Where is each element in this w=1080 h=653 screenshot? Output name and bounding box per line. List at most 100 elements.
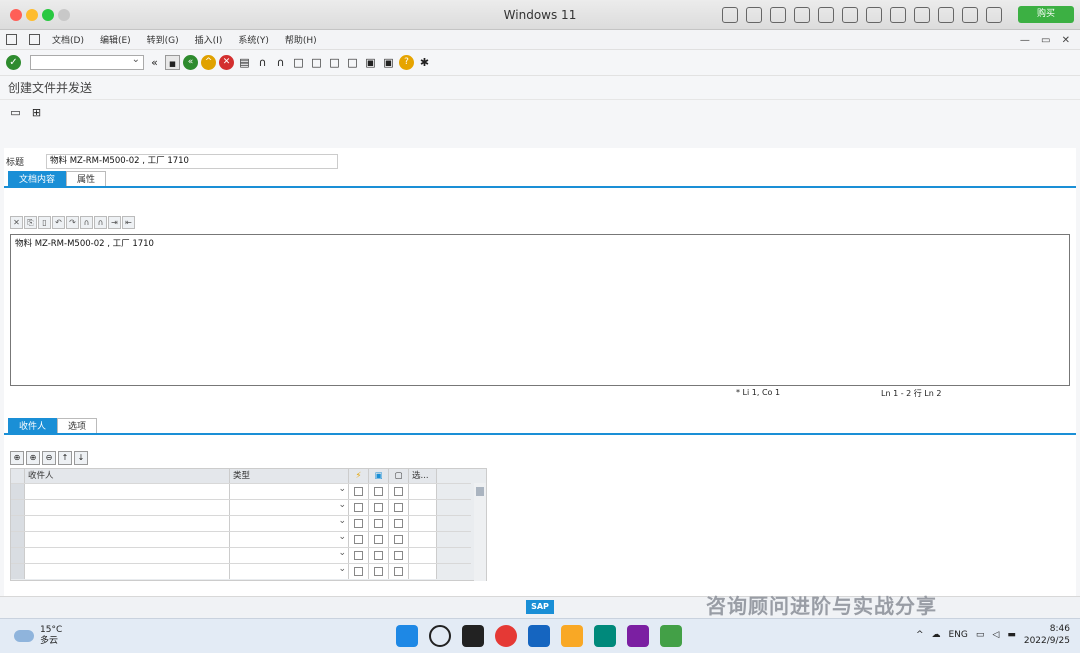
dropdown-icon[interactable]: ⌄: [338, 548, 346, 558]
first-page-icon[interactable]: □: [291, 55, 306, 70]
menu-document[interactable]: 文档(D): [52, 33, 84, 46]
append-row-icon[interactable]: ⊕: [26, 451, 40, 465]
video-icon[interactable]: [914, 7, 930, 23]
attach-icon[interactable]: ⊞: [29, 105, 44, 120]
send-icon[interactable]: ▭: [8, 105, 23, 120]
delete-row-icon[interactable]: ⊖: [42, 451, 56, 465]
select-cell[interactable]: [409, 500, 437, 515]
undo-icon[interactable]: ↶: [52, 216, 65, 229]
dropdown-icon[interactable]: ⌄: [338, 500, 346, 510]
dropdown-icon[interactable]: ⌄: [338, 516, 346, 526]
play-icon[interactable]: [962, 7, 978, 23]
find-next-text-icon[interactable]: ∩: [94, 216, 107, 229]
type-cell[interactable]: ⌄: [230, 564, 349, 579]
cancel-icon[interactable]: ✕: [219, 55, 234, 70]
express-checkbox[interactable]: [354, 487, 363, 496]
select-cell[interactable]: [409, 484, 437, 499]
menu-help[interactable]: 帮助(H): [285, 33, 317, 46]
language-indicator[interactable]: ENG: [948, 630, 967, 640]
recipient-cell[interactable]: [25, 500, 230, 515]
volume-tray-icon[interactable]: ◁: [992, 630, 999, 640]
dropdown-icon[interactable]: ⌄: [338, 564, 346, 574]
app-icon[interactable]: [660, 625, 682, 647]
copy-checkbox[interactable]: [374, 535, 383, 544]
copy-checkbox[interactable]: [374, 551, 383, 560]
window-controls[interactable]: — ▭ ✕: [1020, 35, 1074, 46]
enter-check-icon[interactable]: ✓: [6, 55, 21, 70]
last-page-icon[interactable]: □: [345, 55, 360, 70]
type-cell[interactable]: ⌄: [230, 532, 349, 547]
volume-icon[interactable]: [842, 7, 858, 23]
type-cell[interactable]: ⌄: [230, 548, 349, 563]
lock-checkbox[interactable]: [394, 535, 403, 544]
onenote-icon[interactable]: [627, 625, 649, 647]
tab-attributes[interactable]: 属性: [66, 171, 107, 187]
menu-edit[interactable]: 编辑(E): [100, 33, 131, 46]
back-icon[interactable]: «: [183, 55, 198, 70]
layout-icon[interactable]: [29, 34, 40, 45]
camera-off-icon[interactable]: [794, 7, 810, 23]
gear-icon[interactable]: [986, 7, 1002, 23]
find-text-icon[interactable]: ∩: [80, 216, 93, 229]
lock-checkbox[interactable]: [394, 567, 403, 576]
scroll-thumb[interactable]: [476, 487, 484, 496]
help-icon[interactable]: ?: [399, 55, 414, 70]
sap-logon-icon[interactable]: [528, 625, 550, 647]
next-page-icon[interactable]: □: [327, 55, 342, 70]
select-cell[interactable]: [409, 516, 437, 531]
row-selector[interactable]: [11, 532, 25, 547]
globe-icon[interactable]: [818, 7, 834, 23]
recipient-cell[interactable]: [25, 516, 230, 531]
type-cell[interactable]: ⌄: [230, 516, 349, 531]
sort-asc-icon[interactable]: ↑: [58, 451, 72, 465]
express-checkbox[interactable]: [354, 535, 363, 544]
prev-page-icon[interactable]: □: [309, 55, 324, 70]
lock-checkbox[interactable]: [394, 519, 403, 528]
express-checkbox[interactable]: [354, 551, 363, 560]
recipient-cell[interactable]: [25, 484, 230, 499]
table-row[interactable]: ⌄: [11, 515, 471, 531]
clock[interactable]: 8:46 2022/9/25: [1024, 623, 1070, 647]
back-double-icon[interactable]: «: [147, 55, 162, 70]
table-row[interactable]: ⌄: [11, 531, 471, 547]
row-selector[interactable]: [11, 564, 25, 579]
copy-checkbox[interactable]: [374, 567, 383, 576]
type-cell[interactable]: ⌄: [230, 484, 349, 499]
search-icon[interactable]: [429, 625, 451, 647]
weather-widget[interactable]: 15°C 多云: [14, 625, 62, 647]
drive-icon[interactable]: [890, 7, 906, 23]
save-icon[interactable]: ▪: [165, 55, 180, 70]
cpu-icon[interactable]: [746, 7, 762, 23]
dropdown-icon[interactable]: ⌄: [338, 484, 346, 494]
menu-goto[interactable]: 转到(G): [147, 33, 179, 46]
tab-options[interactable]: 选项: [57, 418, 98, 434]
table-scrollbar[interactable]: [474, 483, 486, 581]
shortcut-icon[interactable]: ▣: [381, 55, 396, 70]
settings-icon[interactable]: ✱: [417, 55, 432, 70]
express-checkbox[interactable]: [354, 519, 363, 528]
redo-icon[interactable]: ↷: [66, 216, 79, 229]
row-selector[interactable]: [11, 484, 25, 499]
copy-checkbox[interactable]: [374, 487, 383, 496]
chrome-icon[interactable]: [495, 625, 517, 647]
cloud-sync-icon[interactable]: ☁: [931, 630, 940, 640]
find-icon[interactable]: ∩: [255, 55, 270, 70]
row-selector[interactable]: [11, 500, 25, 515]
new-session-icon[interactable]: ▣: [363, 55, 378, 70]
table-row[interactable]: ⌄: [11, 483, 471, 499]
select-cell[interactable]: [409, 564, 437, 579]
lock-checkbox[interactable]: [394, 487, 403, 496]
insert-row-icon[interactable]: ⊕: [10, 451, 24, 465]
dropdown-icon[interactable]: ⌄: [338, 532, 346, 542]
copy-checkbox[interactable]: [374, 503, 383, 512]
tab-recipients[interactable]: 收件人: [8, 418, 58, 434]
row-selector[interactable]: [11, 548, 25, 563]
copy-checkbox[interactable]: [374, 519, 383, 528]
select-cell[interactable]: [409, 532, 437, 547]
sort-desc-icon[interactable]: ↓: [74, 451, 88, 465]
select-cell[interactable]: [409, 548, 437, 563]
lock-checkbox[interactable]: [394, 503, 403, 512]
chevron-up-icon[interactable]: ^: [916, 630, 924, 640]
subject-field[interactable]: 物料 MZ-RM-M500-02 , 工厂 1710: [46, 154, 338, 169]
table-row[interactable]: ⌄: [11, 499, 471, 515]
